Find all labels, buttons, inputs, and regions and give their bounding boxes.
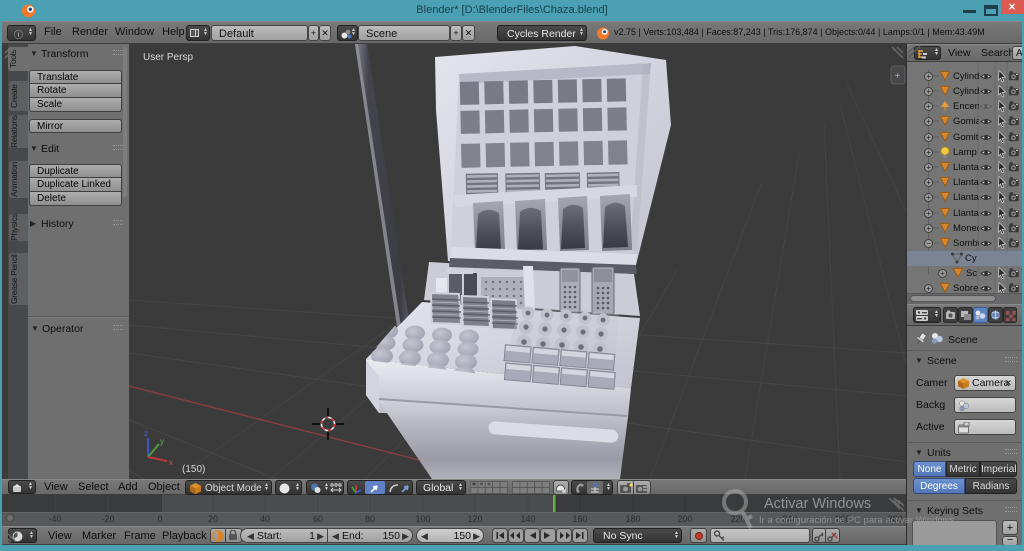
svg-text:20: 20 (208, 514, 218, 524)
svg-text:160: 160 (572, 514, 587, 524)
svg-text:-40: -40 (48, 514, 61, 524)
svg-text:80: 80 (365, 514, 375, 524)
svg-text:User Persp: User Persp (143, 52, 193, 63)
svg-text:200: 200 (677, 514, 692, 524)
svg-text:40: 40 (260, 514, 270, 524)
svg-text:260: 260 (835, 514, 850, 524)
svg-text:x: x (169, 458, 173, 467)
svg-text:220: 220 (730, 514, 745, 524)
svg-text:60: 60 (313, 514, 323, 524)
svg-text:-20: -20 (101, 514, 114, 524)
svg-text:120: 120 (467, 514, 482, 524)
svg-text:+: + (895, 71, 901, 82)
svg-text:y: y (160, 437, 164, 446)
svg-text:(150): (150) (182, 464, 205, 475)
svg-text:240: 240 (782, 514, 797, 524)
svg-text:z: z (144, 429, 148, 438)
svg-text:0: 0 (157, 514, 162, 524)
svg-text:100: 100 (415, 514, 430, 524)
svg-text:180: 180 (625, 514, 640, 524)
svg-text:140: 140 (520, 514, 535, 524)
